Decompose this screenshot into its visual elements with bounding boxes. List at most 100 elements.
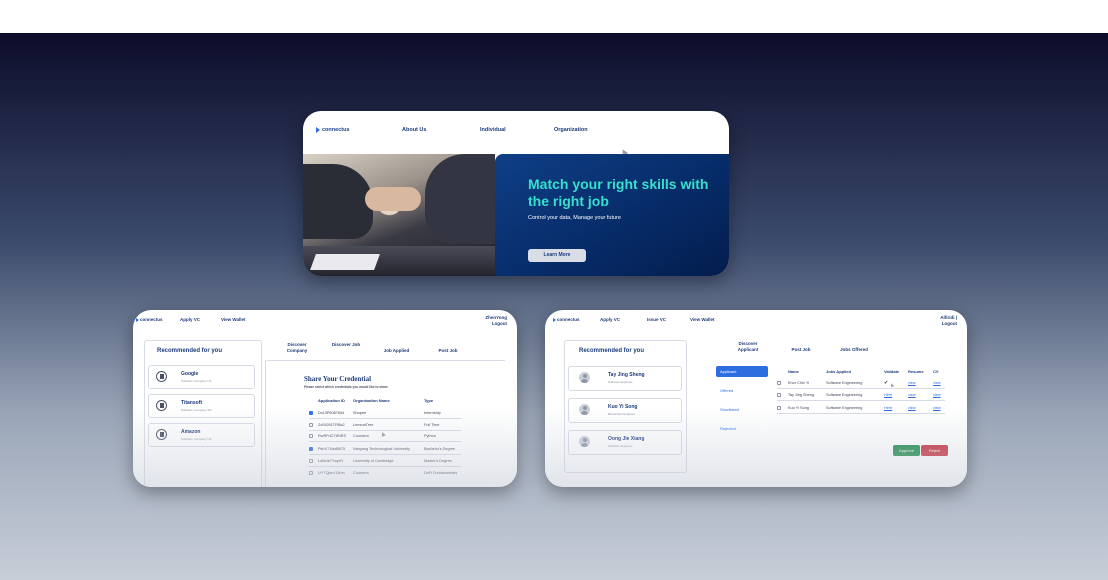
cv-view-link[interactable]: view bbox=[933, 406, 941, 410]
organisation-name: Coursera bbox=[353, 471, 369, 475]
reject-button[interactable]: Reject bbox=[921, 445, 948, 456]
credential-type: Internship bbox=[424, 411, 441, 415]
logout-link[interactable]: Logout bbox=[940, 321, 957, 327]
approve-button[interactable]: Approve bbox=[893, 445, 920, 456]
brand-logo[interactable]: connectus bbox=[553, 317, 580, 322]
applicant-card[interactable]: Oong Jie Xiang Software Engineer bbox=[568, 430, 682, 455]
job-applied: Software Engineering bbox=[826, 381, 863, 385]
tab-post-job[interactable]: Post Job bbox=[431, 348, 465, 354]
applicant-name: Oong Jie Xiang bbox=[608, 436, 645, 442]
mouse-cursor-icon bbox=[380, 431, 386, 437]
brand-name: connectus bbox=[322, 127, 350, 133]
tab-post-job[interactable]: Post Job bbox=[787, 347, 815, 353]
tab-divider bbox=[267, 360, 505, 361]
status-rejected[interactable]: Rejected bbox=[716, 423, 768, 434]
applicant-card[interactable]: Tay Jing Sheng Software Engineer bbox=[568, 366, 682, 391]
logo-arrow-icon bbox=[316, 127, 320, 133]
application-id: RwRFdCY8NRS bbox=[318, 434, 347, 438]
credential-checkbox[interactable] bbox=[309, 471, 313, 475]
status-offered[interactable]: Offered bbox=[716, 385, 768, 396]
building-icon bbox=[156, 371, 167, 382]
nav-organization[interactable]: Organization bbox=[554, 127, 588, 133]
row-divider bbox=[309, 466, 461, 467]
credential-type: DeFi Fundamentals bbox=[424, 471, 458, 475]
row-divider bbox=[309, 430, 461, 431]
share-credential-subtitle: Please select which credentials you woul… bbox=[304, 385, 388, 389]
resume-view-link[interactable]: view bbox=[908, 393, 916, 397]
building-icon bbox=[156, 429, 167, 440]
applicant-name: Kuo Yi Song bbox=[788, 406, 809, 410]
organisation-name: LemmaTree bbox=[353, 423, 374, 427]
credential-checkbox[interactable] bbox=[309, 447, 313, 451]
job-applied: Software Engineering bbox=[826, 393, 863, 397]
brand-logo[interactable]: connectus bbox=[316, 127, 350, 133]
tab-discover-company[interactable]: Discover Company bbox=[280, 342, 314, 354]
hero-banner: Match your right skills with the right j… bbox=[495, 154, 729, 276]
cv-view-link[interactable]: view bbox=[933, 381, 941, 385]
nav-apply-vc[interactable]: Apply VC bbox=[180, 317, 200, 322]
company-type: Software Company SG bbox=[181, 408, 212, 412]
col-organisation-name: Organisation Name bbox=[353, 398, 390, 403]
col-cv: CV bbox=[933, 369, 939, 374]
nav-individual[interactable]: Individual bbox=[480, 127, 506, 133]
recommended-panel: Recommended for you Google Software Comp… bbox=[144, 340, 262, 487]
row-divider bbox=[777, 400, 945, 401]
validate-link[interactable]: Here bbox=[884, 393, 892, 397]
tab-jobs-offered[interactable]: Jobs Offered bbox=[836, 347, 872, 353]
credential-checkbox[interactable] bbox=[309, 423, 313, 427]
logout-link[interactable]: Logout bbox=[485, 321, 507, 327]
organisation-name: Coursera bbox=[353, 434, 369, 438]
learn-more-button[interactable]: Learn More bbox=[528, 249, 586, 262]
resume-view-link[interactable]: view bbox=[908, 381, 916, 385]
user-menu[interactable]: Alfiridi | Logout bbox=[940, 315, 957, 327]
cv-view-link[interactable]: view bbox=[933, 393, 941, 397]
tab-discover-applicant[interactable]: Discover Applicant bbox=[730, 341, 766, 353]
applicant-checkbox[interactable] bbox=[777, 406, 781, 410]
applicant-card[interactable]: Kuo Yi Song Blockchain Engineer bbox=[568, 398, 682, 423]
credential-checkbox[interactable] bbox=[309, 459, 313, 463]
user-menu[interactable]: ZhenYong Logout bbox=[485, 315, 507, 327]
handshake-photo bbox=[303, 154, 495, 276]
brand-logo[interactable]: connectus bbox=[136, 317, 163, 322]
candidate-dashboard-card: connectus Apply VC View Wallet ZhenYong … bbox=[133, 310, 517, 487]
building-icon bbox=[156, 400, 167, 411]
nav-about-us[interactable]: About Us bbox=[402, 127, 426, 133]
brand-name: connectus bbox=[140, 317, 163, 322]
applicant-role: Blockchain Engineer bbox=[608, 412, 636, 416]
nav-issue-vc[interactable]: Issue VC bbox=[647, 317, 666, 322]
applicant-role: Software Engineer bbox=[608, 380, 633, 384]
company-card-titansoft[interactable]: Titansoft Software Company SG bbox=[148, 394, 255, 418]
status-applicant[interactable]: Applicant bbox=[716, 366, 768, 377]
landing-page-card: connectus About Us Individual Organizati… bbox=[303, 111, 729, 276]
row-divider bbox=[309, 441, 461, 442]
hero-headline: Match your right skills with the right j… bbox=[528, 176, 709, 209]
logo-arrow-icon bbox=[553, 317, 556, 322]
organisation-name: University of Cambridge bbox=[353, 459, 394, 463]
hero-subtext: Control your data, Manage your future bbox=[528, 215, 621, 221]
tab-job-applied[interactable]: Job Applied bbox=[379, 348, 414, 354]
status-shortlisted[interactable]: Shortlisted bbox=[716, 404, 768, 415]
applicant-checkbox[interactable] bbox=[777, 381, 781, 385]
company-name: Titansoft bbox=[181, 400, 203, 406]
applicant-name: Kuo Yi Song bbox=[608, 404, 638, 410]
company-card-google[interactable]: Google Software Company US bbox=[148, 365, 255, 389]
applicant-checkbox[interactable] bbox=[777, 393, 781, 397]
credential-checkbox[interactable] bbox=[309, 411, 313, 415]
nav-view-wallet[interactable]: View Wallet bbox=[690, 317, 715, 322]
col-name: Name bbox=[788, 369, 799, 374]
nav-view-wallet[interactable]: View Wallet bbox=[221, 317, 246, 322]
row-divider bbox=[777, 388, 945, 389]
nav-apply-vc[interactable]: Apply VC bbox=[600, 317, 620, 322]
applicant-name: Tay Jing Sheng bbox=[788, 393, 814, 397]
resume-view-link[interactable]: view bbox=[908, 406, 916, 410]
validate-link[interactable]: Here bbox=[884, 406, 892, 410]
content-divider bbox=[265, 360, 266, 487]
col-resume: Resume bbox=[908, 369, 924, 374]
tab-discover-job[interactable]: Discover Job bbox=[331, 342, 361, 348]
company-name: Google bbox=[181, 371, 199, 377]
credential-type: Python bbox=[424, 434, 436, 438]
organisation-name: Nanyang Technological University bbox=[353, 447, 410, 451]
landing-navbar: connectus About Us Individual Organizati… bbox=[303, 111, 729, 151]
credential-checkbox[interactable] bbox=[309, 434, 313, 438]
company-card-amazon[interactable]: Amazon Software Company US bbox=[148, 423, 255, 447]
